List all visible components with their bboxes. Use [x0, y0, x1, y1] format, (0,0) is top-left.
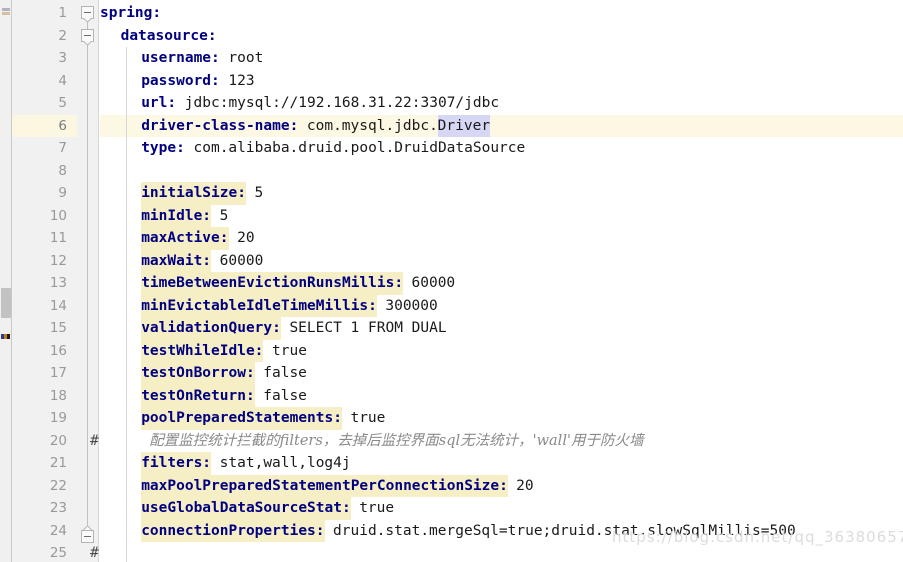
comment-text: 配置监控统计拦截的filters，去掉后监控界面sql无法统计，'wall'用于… [149, 432, 644, 449]
yaml-key: poolPreparedStatements: [141, 407, 342, 430]
yaml-value: 123 [228, 72, 255, 89]
yaml-value: true [350, 410, 386, 426]
yaml-value: false [263, 387, 307, 404]
yaml-value: 5 [254, 185, 264, 201]
yaml-key: password: [141, 72, 220, 89]
code-line[interactable]: datasource: [0, 25, 903, 48]
yaml-key: testOnReturn: [141, 384, 255, 407]
yaml-key: testWhileIdle: [141, 339, 264, 362]
code-line[interactable]: maxActive: 20 [0, 227, 903, 250]
yaml-value: 300000 [385, 297, 438, 314]
code-line[interactable]: password: 123 [0, 70, 903, 93]
yaml-value: com.mysql.jdbc. [306, 117, 438, 134]
yaml-value: com.alibaba.druid.pool.DruidDataSource [193, 140, 526, 156]
code-line[interactable] [0, 160, 903, 183]
code-line[interactable]: connectionProperties: druid.stat.mergeSql… [0, 519, 903, 542]
yaml-key: initialSize: [141, 182, 246, 205]
yaml-key: testOnBorrow: [141, 362, 255, 385]
yaml-key: maxWait: [141, 249, 212, 272]
comment-hash: # [90, 545, 99, 561]
yaml-key: minIdle: [141, 204, 212, 227]
code-line[interactable]: minEvictableIdleTimeMillis: 300000 [0, 294, 903, 317]
code-line[interactable]: minIdle: 5 [0, 204, 903, 227]
yaml-key: minEvictableIdleTimeMillis: [141, 294, 377, 317]
yaml-key: maxPoolPreparedStatementPerConnectionSiz… [141, 474, 508, 497]
yaml-value: 60000 [219, 252, 264, 269]
yaml-key: driver-class-name: [141, 117, 299, 134]
code-line[interactable]: url: jdbc:mysql://192.168.31.22:3307/jdbc [0, 92, 903, 115]
yaml-value: druid.stat.mergeSql=true;druid.stat.slow… [333, 522, 796, 539]
code-line[interactable]: filters: stat,wall,log4j [0, 452, 903, 475]
code-line[interactable]: timeBetweenEvictionRunsMillis: 60000 [0, 272, 903, 295]
yaml-value: 20 [237, 230, 255, 246]
yaml-key: useGlobalDataSourceStat: [141, 497, 351, 520]
yaml-value: false [263, 365, 307, 381]
code-editor[interactable]: 1 2 3 4 5 6 7 8 9 10 11 12 13 14 15 16 17 18 19 20 21 22 23 24 2… [0, 0, 903, 562]
yaml-key: type: [141, 140, 185, 156]
code-line[interactable]: driver-class-name: com.mysql.jdbc. Driver [0, 114, 903, 137]
yaml-key: timeBetweenEvictionRunsMillis: [141, 272, 404, 295]
code-line[interactable]: validationQuery: SELECT 1 FROM DUAL [0, 317, 903, 340]
yaml-key: datasource: [120, 27, 217, 44]
yaml-key: url: [141, 95, 177, 111]
yaml-key: filters: [141, 452, 212, 475]
yaml-value: 60000 [411, 275, 456, 291]
yaml-key: maxActive: [141, 227, 229, 250]
yaml-value: true [359, 500, 395, 516]
yaml-value: stat,wall,log4j [219, 455, 351, 471]
yaml-value: 20 [516, 477, 534, 494]
code-line[interactable]: spring: [0, 2, 903, 25]
code-line[interactable]: testWhileIdle: true [0, 339, 903, 362]
yaml-value: true [272, 342, 307, 359]
yaml-value: jdbc:mysql://192.168.31.22:3307/jdbc [184, 95, 500, 111]
code-line[interactable]: # 配置监控统计拦截的filters，去掉后监控界面sql无法统计，'wall'用… [0, 430, 903, 453]
code-line[interactable]: username: root [0, 47, 903, 70]
code-line[interactable]: useGlobalDataSourceStat: true [0, 497, 903, 520]
code-line[interactable]: # [0, 542, 903, 562]
yaml-value: 5 [219, 207, 229, 224]
yaml-key: username: [141, 50, 220, 66]
code-line[interactable]: initialSize: 5 [0, 182, 903, 205]
comment-hash: # [90, 432, 99, 449]
yaml-key: connectionProperties: [141, 519, 325, 542]
selected-text[interactable]: Driver [437, 114, 491, 137]
yaml-value: root [228, 50, 264, 66]
code-line[interactable]: maxWait: 60000 [0, 249, 903, 272]
yaml-value: SELECT 1 FROM DUAL [289, 320, 447, 336]
yaml-key: spring: [100, 5, 162, 21]
code-line[interactable]: poolPreparedStatements: true [0, 407, 903, 430]
code-line[interactable]: maxPoolPreparedStatementPerConnectionSiz… [0, 474, 903, 497]
code-line[interactable]: type: com.alibaba.druid.pool.DruidDataSou… [0, 137, 903, 160]
code-line[interactable]: testOnReturn: false [0, 384, 903, 407]
code-line[interactable]: testOnBorrow: false [0, 362, 903, 385]
yaml-key: validationQuery: [141, 317, 281, 340]
